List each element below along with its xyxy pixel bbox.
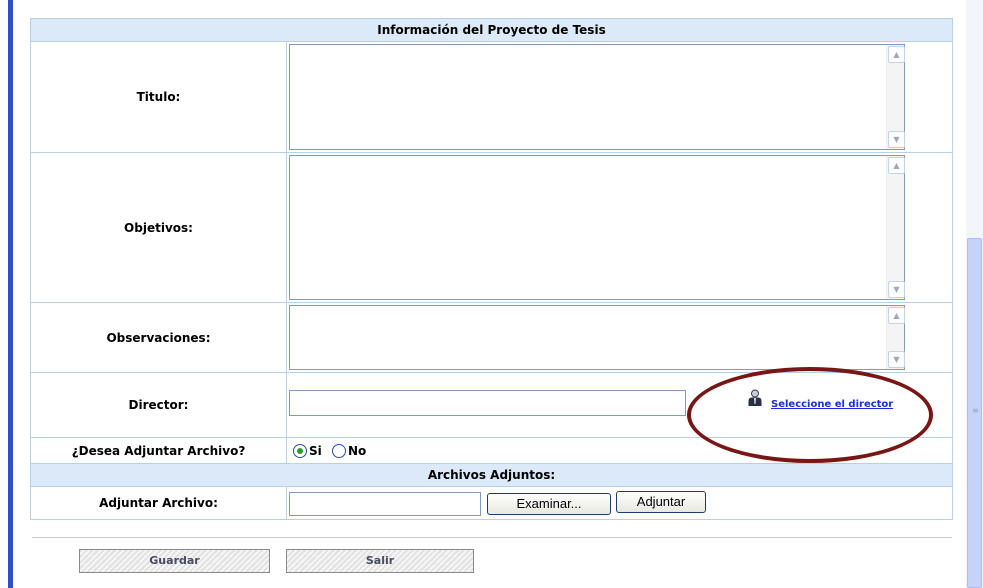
exit-button[interactable]: Salir — [286, 549, 474, 573]
file-path-input[interactable] — [289, 492, 481, 516]
observaciones-label: Observaciones: — [30, 302, 287, 373]
radio-no-label: No — [347, 443, 367, 458]
objetivos-cell: ▲ ▼ — [286, 152, 953, 303]
observaciones-cell: ▲ ▼ — [286, 302, 953, 373]
titulo-textarea[interactable]: ▲ ▼ — [289, 44, 905, 150]
adjuntar-archivo-label: Adjuntar Archivo: — [30, 486, 287, 520]
director-label: Director: — [30, 372, 287, 438]
observaciones-textarea[interactable]: ▲ ▼ — [289, 305, 905, 370]
chevron-up-icon[interactable]: ▲ — [888, 46, 905, 63]
objetivos-label: Objetivos: — [30, 152, 287, 303]
select-director-link[interactable]: Seleccione el director — [771, 399, 893, 410]
radio-si[interactable] — [293, 443, 307, 458]
radio-si-label: Si — [309, 443, 322, 458]
objetivos-textarea[interactable]: ▲ ▼ — [289, 155, 905, 300]
titulo-cell: ▲ ▼ — [286, 41, 953, 153]
attachments-title: Archivos Adjuntos: — [30, 463, 953, 487]
director-input[interactable] — [289, 390, 686, 416]
attach-button[interactable]: Adjuntar — [616, 491, 706, 513]
titulo-scrollbar[interactable]: ▲ ▼ — [886, 45, 905, 149]
browse-button[interactable]: Examinar... — [487, 493, 611, 515]
page-scrollbar-thumb[interactable]: ≡ — [967, 238, 982, 588]
save-button[interactable]: Guardar — [79, 549, 270, 573]
actions-divider — [32, 537, 952, 538]
left-accent-bar — [8, 0, 13, 588]
adjuntar-radio-group: Si No — [286, 437, 953, 464]
chevron-up-icon[interactable]: ▲ — [888, 307, 905, 324]
objetivos-scrollbar[interactable]: ▲ ▼ — [886, 156, 905, 299]
radio-no[interactable] — [331, 443, 346, 458]
chevron-up-icon[interactable]: ▲ — [888, 157, 905, 174]
chevron-down-icon[interactable]: ▼ — [888, 281, 905, 298]
file-cell: Examinar... Adjuntar — [286, 486, 953, 520]
adjuntar-question-label: ¿Desea Adjuntar Archivo? — [30, 437, 287, 464]
grip-icon: ≡ — [972, 406, 979, 415]
section-title: Información del Proyecto de Tesis — [30, 18, 953, 42]
chevron-down-icon[interactable]: ▼ — [888, 131, 905, 148]
titulo-label: Titulo: — [30, 41, 287, 153]
page-scrollbar[interactable]: ≡ — [966, 0, 983, 588]
chevron-down-icon[interactable]: ▼ — [888, 351, 905, 368]
person-icon[interactable] — [747, 389, 763, 407]
thesis-form-table: Información del Proyecto de Tesis Titulo… — [30, 18, 953, 520]
director-cell: Seleccione el director — [286, 372, 953, 438]
observaciones-scrollbar[interactable]: ▲ ▼ — [886, 306, 905, 369]
